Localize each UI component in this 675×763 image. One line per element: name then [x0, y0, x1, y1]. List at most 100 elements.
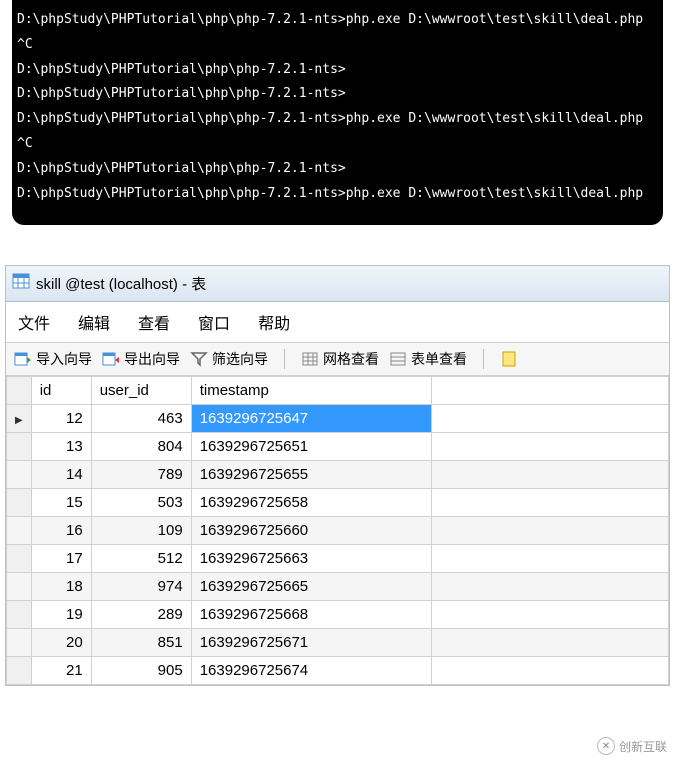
database-window: skill @test (localhost) - 表 文件 编辑 查看 窗口 … [5, 265, 670, 686]
cell-user-id[interactable]: 804 [91, 433, 191, 461]
watermark: ✕ 创新互联 [597, 737, 667, 755]
note-icon [500, 350, 518, 368]
toolbar: 导入向导 导出向导 筛选向导 网格查看 表单查看 [6, 343, 669, 376]
cell-empty [431, 629, 668, 657]
cell-timestamp[interactable]: 1639296725668 [191, 601, 431, 629]
watermark-text: 创新互联 [619, 738, 667, 755]
cell-timestamp[interactable]: 1639296725651 [191, 433, 431, 461]
cell-timestamp[interactable]: 1639296725647 [191, 405, 431, 433]
menu-file[interactable]: 文件 [18, 310, 50, 334]
form-view-button[interactable]: 表单查看 [389, 349, 467, 369]
cell-id[interactable]: 15 [31, 489, 91, 517]
cell-timestamp[interactable]: 1639296725663 [191, 545, 431, 573]
col-header-timestamp[interactable]: timestamp [191, 377, 431, 405]
form-icon [389, 350, 407, 368]
table-row[interactable]: 138041639296725651 [7, 433, 669, 461]
watermark-icon: ✕ [597, 737, 615, 755]
filter-icon [190, 350, 208, 368]
terminal-line: D:\phpStudy\PHPTutorial\php\php-7.2.1-nt… [17, 82, 658, 107]
cell-empty [431, 601, 668, 629]
cell-user-id[interactable]: 905 [91, 657, 191, 685]
cell-timestamp[interactable]: 1639296725655 [191, 461, 431, 489]
cell-id[interactable]: 19 [31, 601, 91, 629]
import-icon [14, 350, 32, 368]
data-grid[interactable]: id user_id timestamp 1246316392967256471… [6, 376, 669, 685]
terminal-line: D:\phpStudy\PHPTutorial\php\php-7.2.1-nt… [17, 58, 658, 83]
cell-user-id[interactable]: 851 [91, 629, 191, 657]
separator [284, 349, 285, 369]
cell-id[interactable]: 12 [31, 405, 91, 433]
row-marker [7, 545, 32, 573]
filter-label: 筛选向导 [212, 349, 268, 369]
col-header-empty [431, 377, 668, 405]
row-marker [7, 433, 32, 461]
cell-timestamp[interactable]: 1639296725674 [191, 657, 431, 685]
terminal-line: D:\phpStudy\PHPTutorial\php\php-7.2.1-nt… [17, 107, 658, 132]
export-icon [102, 350, 120, 368]
cell-user-id[interactable]: 974 [91, 573, 191, 601]
table-row[interactable]: 208511639296725671 [7, 629, 669, 657]
menu-edit[interactable]: 编辑 [78, 310, 110, 334]
import-wizard-button[interactable]: 导入向导 [14, 349, 92, 369]
cell-id[interactable]: 20 [31, 629, 91, 657]
terminal-line: D:\phpStudy\PHPTutorial\php\php-7.2.1-nt… [17, 182, 658, 207]
col-header-id[interactable]: id [31, 377, 91, 405]
cell-id[interactable]: 16 [31, 517, 91, 545]
export-label: 导出向导 [124, 349, 180, 369]
cell-timestamp[interactable]: 1639296725660 [191, 517, 431, 545]
menu-view[interactable]: 查看 [138, 310, 170, 334]
filter-wizard-button[interactable]: 筛选向导 [190, 349, 268, 369]
row-marker [7, 461, 32, 489]
cell-id[interactable]: 14 [31, 461, 91, 489]
table-row[interactable]: 189741639296725665 [7, 573, 669, 601]
col-header-user-id[interactable]: user_id [91, 377, 191, 405]
table-row[interactable]: 219051639296725674 [7, 657, 669, 685]
menu-help[interactable]: 帮助 [258, 310, 290, 334]
cell-empty [431, 517, 668, 545]
cell-timestamp[interactable]: 1639296725658 [191, 489, 431, 517]
cell-id[interactable]: 18 [31, 573, 91, 601]
cell-user-id[interactable]: 512 [91, 545, 191, 573]
table-row[interactable]: 124631639296725647 [7, 405, 669, 433]
terminal-line: D:\phpStudy\PHPTutorial\php\php-7.2.1-nt… [17, 157, 658, 182]
row-marker [7, 489, 32, 517]
menu-window[interactable]: 窗口 [198, 310, 230, 334]
row-marker [7, 629, 32, 657]
table-row[interactable]: 192891639296725668 [7, 601, 669, 629]
table-row[interactable]: 155031639296725658 [7, 489, 669, 517]
terminal-line: D:\phpStudy\PHPTutorial\php\php-7.2.1-nt… [17, 8, 658, 33]
note-button[interactable] [500, 350, 518, 368]
menu-bar: 文件 编辑 查看 窗口 帮助 [6, 302, 669, 343]
terminal-line: ^C [17, 33, 658, 58]
cell-id[interactable]: 13 [31, 433, 91, 461]
cell-user-id[interactable]: 289 [91, 601, 191, 629]
cell-empty [431, 461, 668, 489]
export-wizard-button[interactable]: 导出向导 [102, 349, 180, 369]
cell-empty [431, 573, 668, 601]
row-header-corner [7, 377, 32, 405]
table-row[interactable]: 161091639296725660 [7, 517, 669, 545]
import-label: 导入向导 [36, 349, 92, 369]
grid-view-label: 网格查看 [323, 349, 379, 369]
cell-id[interactable]: 21 [31, 657, 91, 685]
table-row[interactable]: 175121639296725663 [7, 545, 669, 573]
row-marker [7, 657, 32, 685]
cell-timestamp[interactable]: 1639296725671 [191, 629, 431, 657]
cell-timestamp[interactable]: 1639296725665 [191, 573, 431, 601]
cell-user-id[interactable]: 463 [91, 405, 191, 433]
cell-user-id[interactable]: 503 [91, 489, 191, 517]
table-icon [12, 272, 30, 295]
cell-user-id[interactable]: 789 [91, 461, 191, 489]
terminal-output: D:\phpStudy\PHPTutorial\php\php-7.2.1-nt… [12, 0, 663, 225]
terminal-line: ^C [17, 132, 658, 157]
cell-id[interactable]: 17 [31, 545, 91, 573]
grid-icon [301, 350, 319, 368]
table-row[interactable]: 147891639296725655 [7, 461, 669, 489]
row-marker [7, 601, 32, 629]
grid-view-button[interactable]: 网格查看 [301, 349, 379, 369]
cell-empty [431, 489, 668, 517]
data-grid-container: id user_id timestamp 1246316392967256471… [6, 376, 669, 685]
cell-user-id[interactable]: 109 [91, 517, 191, 545]
form-view-label: 表单查看 [411, 349, 467, 369]
row-marker [7, 405, 32, 433]
